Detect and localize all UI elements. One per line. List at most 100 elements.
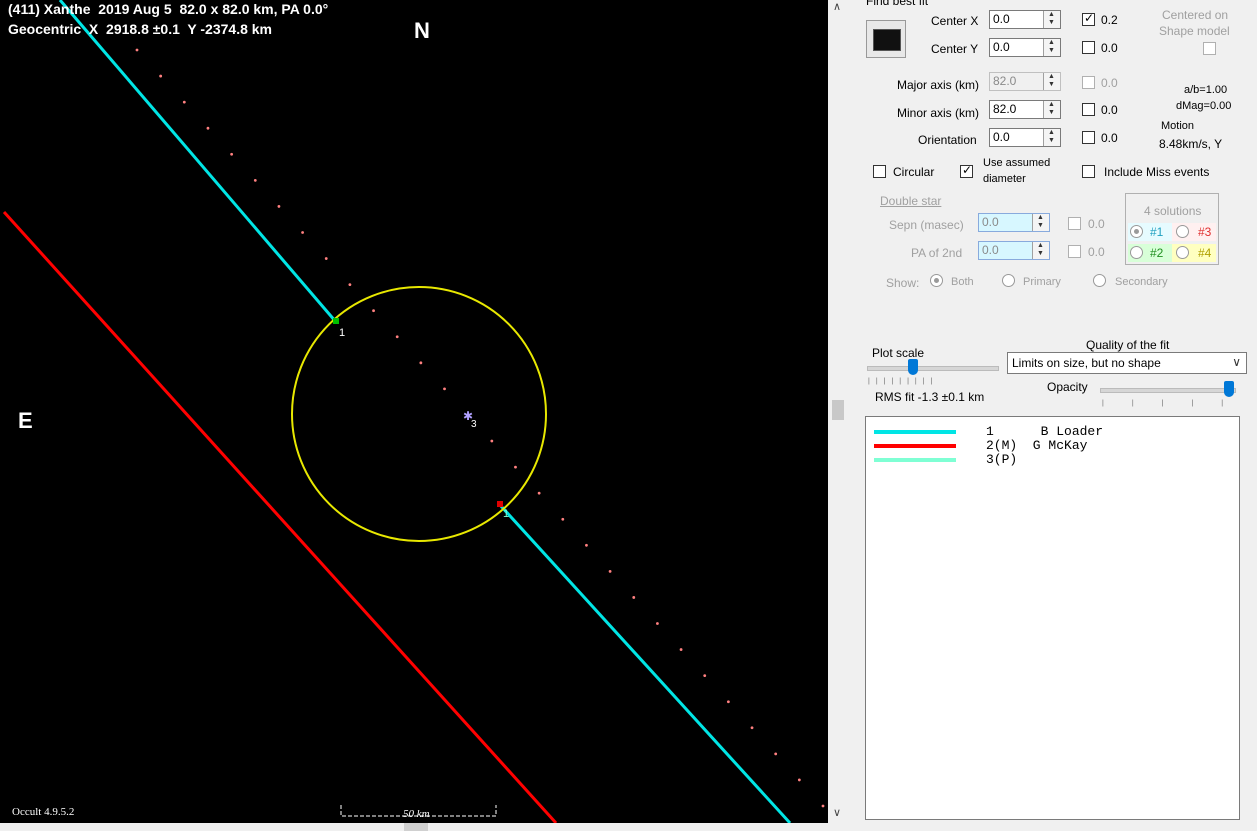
scroll-down-icon[interactable]: ∨ <box>833 806 841 819</box>
path-dot <box>206 126 210 130</box>
quality-label: Quality of the fit <box>1086 338 1170 352</box>
sepn-checkbox[interactable] <box>1068 217 1081 230</box>
sepn-check-value: 0.0 <box>1088 217 1105 231</box>
solution-2[interactable]: #2 <box>1128 244 1172 262</box>
plot-scale-track[interactable] <box>867 366 999 371</box>
opacity-track[interactable] <box>1100 388 1236 393</box>
scroll-thumb[interactable] <box>832 400 844 420</box>
minor-axis-check-value: 0.0 <box>1101 103 1118 117</box>
solutions-box: 4 solutions #1 #3 #2 #4 <box>1125 193 1219 265</box>
occultation-plot[interactable]: ✱ 1 1 3 (411) Xanthe 2019 Aug 5 82.0 x 8… <box>0 0 828 823</box>
scroll-up-icon[interactable]: ∧ <box>833 0 841 13</box>
path-dot <box>443 387 446 391</box>
find-best-fit-button[interactable] <box>866 20 906 58</box>
chord-1-line <box>58 0 338 323</box>
major-axis-checkbox[interactable] <box>1082 76 1095 89</box>
center-y-input[interactable]: 0.0 ▲ ▼ <box>989 38 1061 57</box>
chevron-down-icon: ∨ <box>1232 355 1241 369</box>
chord-1-line-lower <box>498 503 792 823</box>
path-dot <box>750 726 754 730</box>
path-dot <box>182 100 186 104</box>
path-dot <box>490 439 494 443</box>
center-x-input[interactable]: 0.0 ▲ ▼ <box>989 10 1061 29</box>
pa2nd-check-value: 0.0 <box>1088 245 1105 259</box>
show-secondary-radio[interactable] <box>1093 274 1106 287</box>
legend-swatch-2 <box>874 444 956 448</box>
opacity-slider[interactable] <box>1224 381 1234 397</box>
pa2nd-label: PA of 2nd <box>911 246 963 260</box>
orientation-checkbox[interactable] <box>1082 131 1095 144</box>
path-dot <box>608 569 612 573</box>
chord-label-1a: 1 <box>339 327 345 339</box>
path-dot <box>419 361 423 365</box>
center-y-spinner[interactable]: ▲ ▼ <box>1043 39 1060 56</box>
solution-3[interactable]: #3 <box>1172 223 1216 241</box>
path-dot <box>253 178 257 182</box>
sepn-label: Sepn (masec) <box>889 218 964 232</box>
solution-1[interactable]: #1 <box>1128 223 1172 241</box>
control-panel: Find best fit Center X 0.0 ▲ ▼ ✓ 0.2 Cent… <box>850 0 1257 831</box>
diameter-label: diameter <box>983 173 1026 185</box>
include-miss-checkbox[interactable] <box>1082 165 1095 178</box>
quality-select[interactable]: Limits on size, but no shape ∨ <box>1007 352 1247 374</box>
path-dot <box>348 283 352 287</box>
path-dot <box>159 74 163 78</box>
major-axis-check-value: 0.0 <box>1101 76 1118 90</box>
show-label: Show: <box>886 276 920 290</box>
path-dot <box>135 48 139 52</box>
use-assumed-diameter-checkbox[interactable]: ✓ <box>960 163 973 178</box>
orientation-label: Orientation <box>918 133 977 147</box>
shape-model-label: Shape model <box>1159 24 1230 38</box>
pa2nd-checkbox[interactable] <box>1068 245 1081 258</box>
center-x-spinner[interactable]: ▲ ▼ <box>1043 11 1060 28</box>
asteroid-outline <box>291 286 547 542</box>
chord-label-1b: 1 <box>503 508 509 520</box>
path-dot <box>632 596 636 599</box>
plot-geocentric: Geocentric X 2918.8 ±0.1 Y -2374.8 km <box>8 21 272 37</box>
version-label: Occult 4.9.5.2 <box>12 806 75 818</box>
plot-scale-label: Plot scale <box>872 346 925 360</box>
shape-model-checkbox[interactable] <box>1203 42 1216 55</box>
orientation-input[interactable]: 0.0 ▲ ▼ <box>989 128 1061 147</box>
opacity-label: Opacity <box>1047 380 1088 394</box>
show-primary-label: Primary <box>1023 276 1061 288</box>
show-primary-radio[interactable] <box>1002 274 1015 287</box>
path-dot <box>774 752 778 756</box>
include-miss-label: Include Miss events <box>1104 165 1210 179</box>
path-dot <box>301 231 304 234</box>
chord-2-line <box>2 210 558 823</box>
plot-scale-slider[interactable] <box>908 359 918 375</box>
observer-legend: 1 B Loader 2(M) G McKay 3(P) <box>865 416 1240 820</box>
east-label: E <box>18 408 33 433</box>
circular-checkbox[interactable] <box>873 165 886 178</box>
double-star-label: Double star <box>880 194 942 208</box>
scale-label: 50 km <box>403 808 430 820</box>
show-both-label: Both <box>951 276 974 288</box>
solution-4[interactable]: #4 <box>1172 244 1216 262</box>
legend-row: 2(M) G McKay <box>874 438 1234 453</box>
show-secondary-label: Secondary <box>1115 276 1168 288</box>
pa2nd-input[interactable]: 0.0 ▲ ▼ <box>978 241 1050 260</box>
path-dot <box>703 674 707 678</box>
path-dot <box>585 543 588 547</box>
path-dot <box>372 309 375 313</box>
minor-axis-input[interactable]: 82.0 ▲ ▼ <box>989 100 1061 119</box>
legend-swatch-3 <box>874 458 956 462</box>
path-dot <box>821 804 825 808</box>
center-x-check-value: 0.2 <box>1101 13 1118 27</box>
path-dots <box>135 48 825 808</box>
vertical-scrollbar[interactable]: ∧ ∨ <box>828 0 850 823</box>
center-x-checkbox[interactable]: ✓ <box>1082 11 1095 26</box>
minor-axis-checkbox[interactable] <box>1082 103 1095 116</box>
hscroll-thumb[interactable] <box>404 823 428 831</box>
legend-row: 1 B Loader <box>874 424 1234 439</box>
major-axis-input[interactable]: 82.0 ▲ ▼ <box>989 72 1061 91</box>
horizontal-scrollbar[interactable] <box>0 823 828 831</box>
minor-axis-label: Minor axis (km) <box>897 106 980 120</box>
sepn-input[interactable]: 0.0 ▲ ▼ <box>978 213 1050 232</box>
opacity-ticks: ||||| <box>1102 400 1252 407</box>
motion-value: 8.48km/s, Y <box>1159 137 1223 151</box>
path-dot <box>726 700 730 704</box>
show-both-radio[interactable] <box>930 274 943 287</box>
center-y-checkbox[interactable] <box>1082 41 1095 54</box>
